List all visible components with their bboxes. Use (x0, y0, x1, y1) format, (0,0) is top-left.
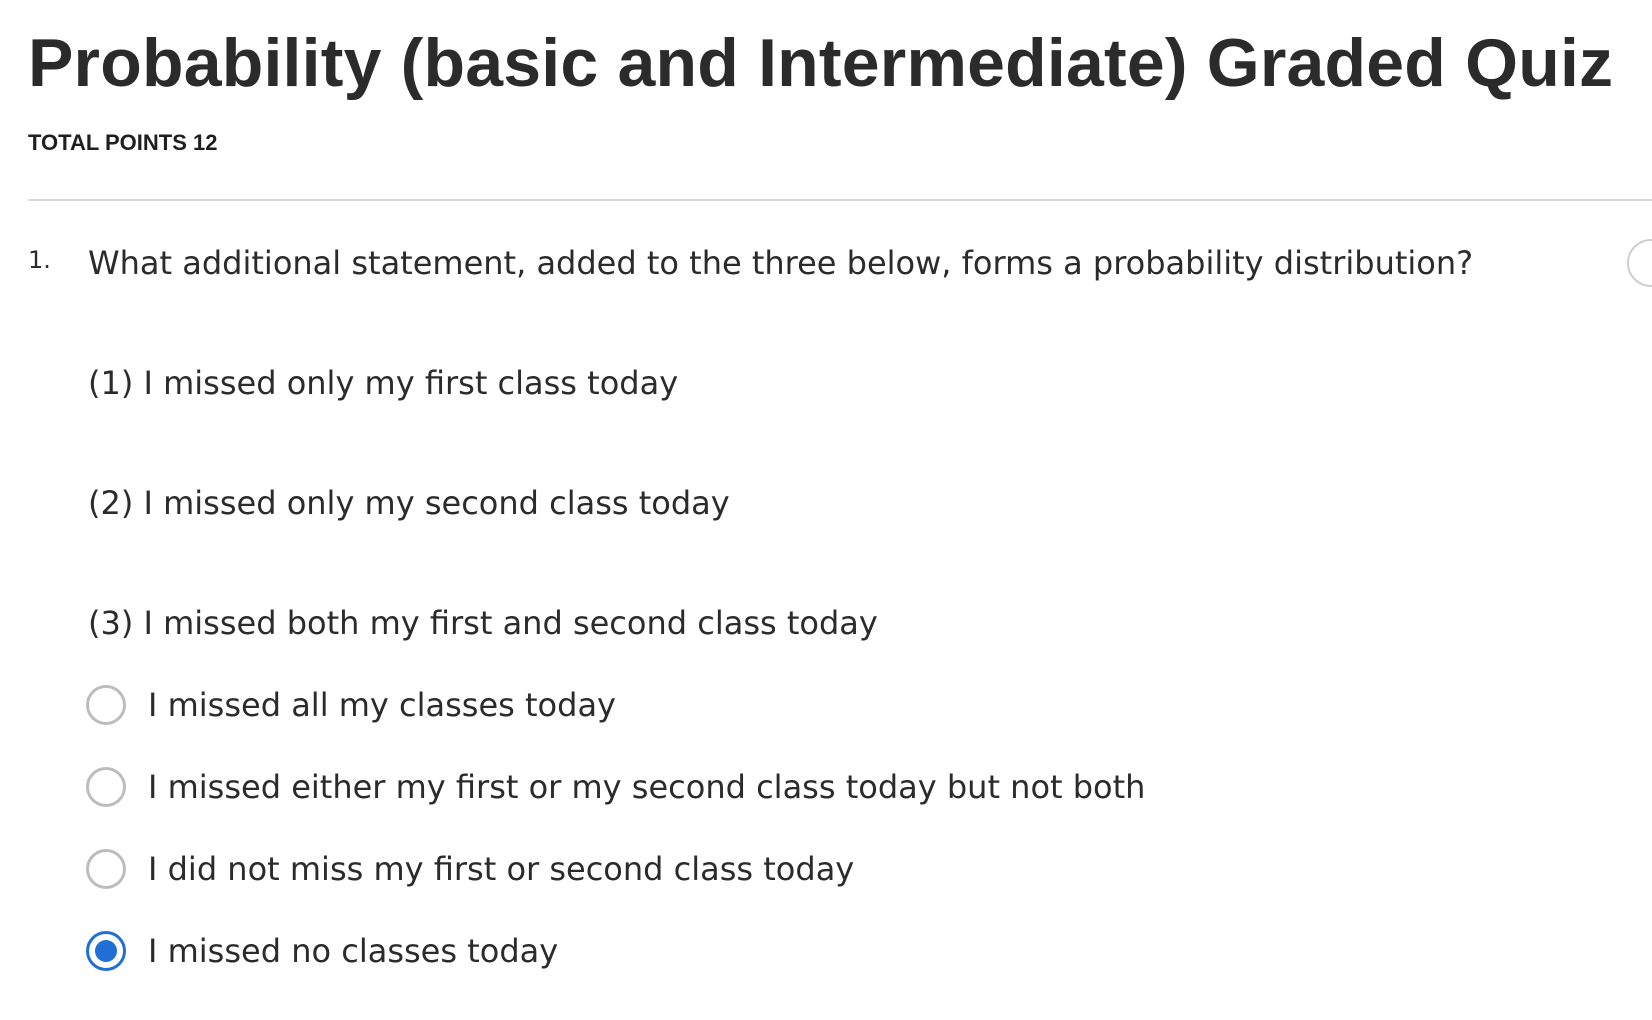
answer-option[interactable]: I missed either my first or my second cl… (86, 766, 1145, 808)
answer-option-label[interactable]: I missed no classes today (148, 931, 558, 971)
answer-option[interactable]: I missed no classes today (86, 930, 558, 972)
question-status-icon (1627, 239, 1652, 287)
answer-option-label[interactable]: I did not miss my first or second class … (148, 849, 854, 889)
answer-option[interactable]: I missed all my classes today (86, 684, 616, 726)
total-points-label: TOTAL POINTS 12 (28, 130, 218, 155)
statement-2: (2) I missed only my second class today (88, 484, 730, 522)
header-divider (28, 199, 1652, 201)
answer-option-label[interactable]: I missed all my classes today (148, 685, 616, 725)
answer-option-label[interactable]: I missed either my first or my second cl… (148, 767, 1145, 807)
statement-1: (1) I missed only my first class today (88, 364, 679, 402)
radio-button[interactable] (86, 685, 126, 725)
radio-button[interactable] (86, 931, 126, 971)
question-prompt: What additional statement, added to the … (88, 244, 1474, 282)
answer-option[interactable]: I did not miss my first or second class … (86, 848, 854, 890)
question-number: 1. (28, 246, 51, 274)
quiz-title: Probability (basic and Intermediate) Gra… (28, 25, 1614, 101)
radio-button[interactable] (86, 767, 126, 807)
radio-button[interactable] (86, 849, 126, 889)
statement-3: (3) I missed both my first and second cl… (88, 604, 878, 642)
